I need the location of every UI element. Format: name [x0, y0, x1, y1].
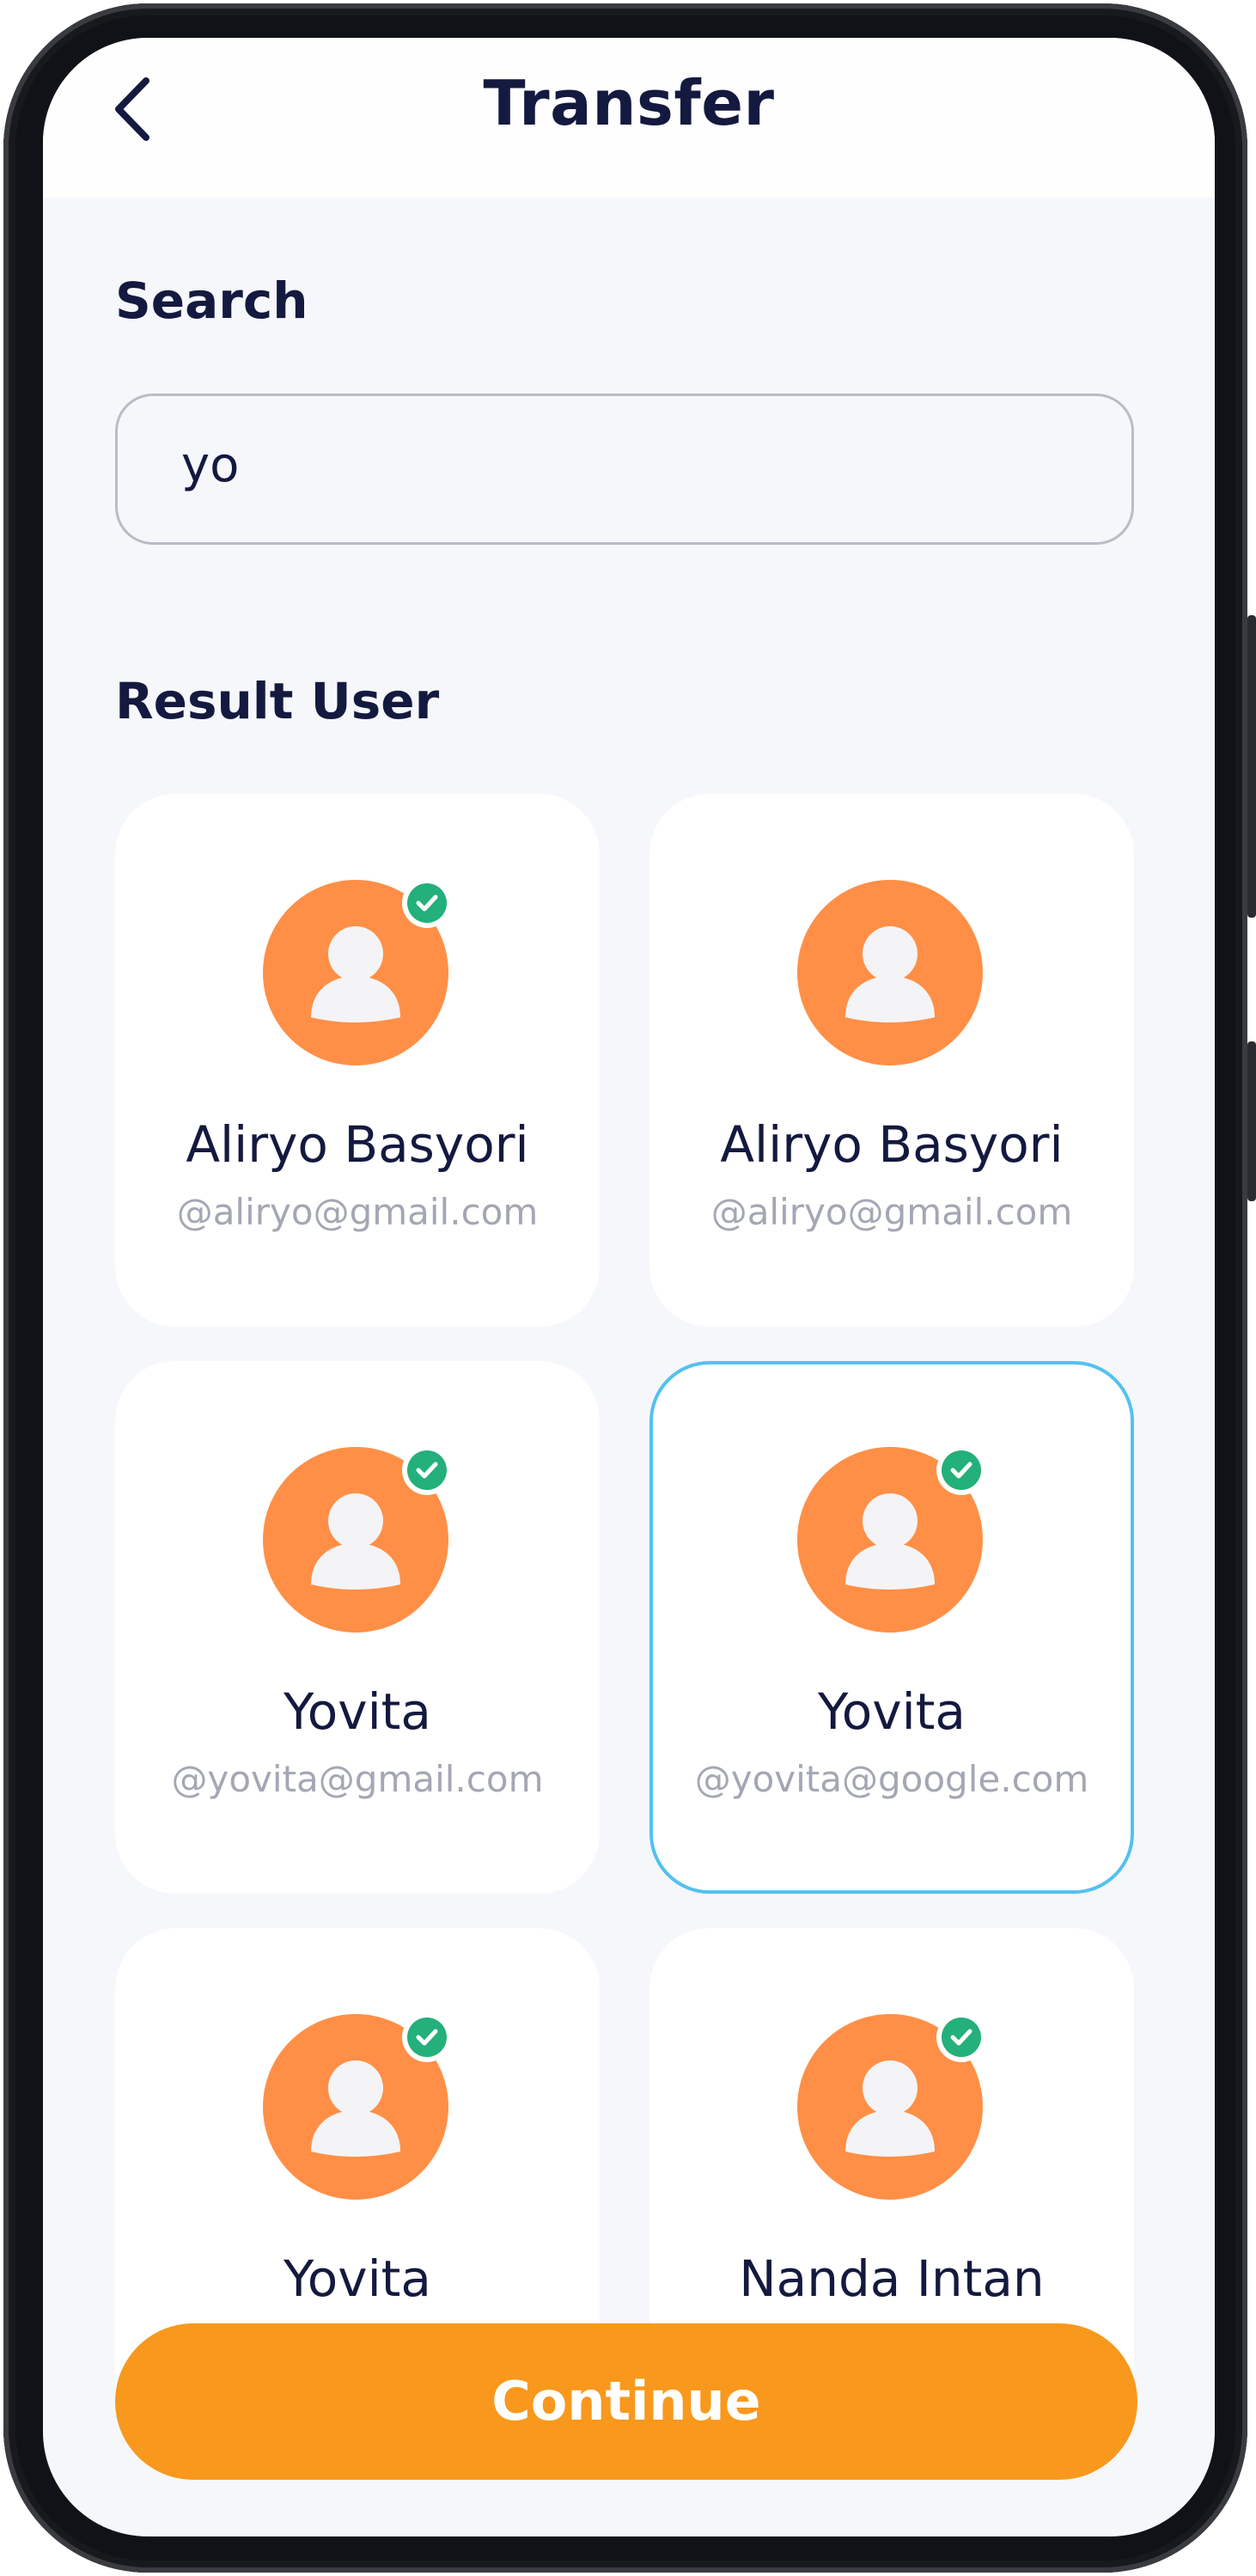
volume-button — [1247, 615, 1256, 918]
verified-check-icon — [936, 2012, 986, 2062]
user-name: Aliryo Basyori — [186, 1115, 529, 1174]
continue-button[interactable]: Continue — [115, 2323, 1137, 2480]
verified-check-icon — [402, 878, 452, 928]
user-card-selected[interactable]: Yovita @yovita@google.com — [649, 1361, 1134, 1894]
verified-check-icon — [402, 2012, 452, 2062]
user-email: @yovita@gmail.com — [171, 1758, 544, 1800]
user-card[interactable]: Yovita @yovita@gmail.com — [115, 1361, 600, 1894]
results-label: Result User — [115, 672, 440, 730]
user-email: @aliryo@gmail.com — [176, 1191, 539, 1233]
search-input-value[interactable]: yo — [181, 437, 239, 493]
user-email: @yovita@google.com — [694, 1758, 1089, 1800]
user-avatar-icon — [797, 880, 983, 1065]
user-name: Yovita — [284, 1682, 431, 1741]
page-title: Transfer — [483, 67, 775, 139]
search-label: Search — [115, 272, 308, 330]
search-input[interactable]: yo — [115, 394, 1134, 545]
user-email: @aliryo@gmail.com — [710, 1191, 1073, 1233]
user-name: Nanda Intan — [739, 2249, 1045, 2308]
power-button — [1247, 1041, 1256, 1201]
app-screen: Transfer Search yo Result User Aliryo Ba… — [43, 38, 1215, 2536]
verified-check-icon — [936, 1445, 986, 1495]
user-card[interactable]: Aliryo Basyori @aliryo@gmail.com — [649, 794, 1134, 1327]
verified-check-icon — [402, 1445, 452, 1495]
user-name: Aliryo Basyori — [720, 1115, 1064, 1174]
user-name: Yovita — [284, 2249, 431, 2308]
user-name: Yovita — [818, 1682, 966, 1741]
app-header: Transfer — [43, 38, 1215, 198]
user-card[interactable]: Aliryo Basyori @aliryo@gmail.com — [115, 794, 600, 1327]
